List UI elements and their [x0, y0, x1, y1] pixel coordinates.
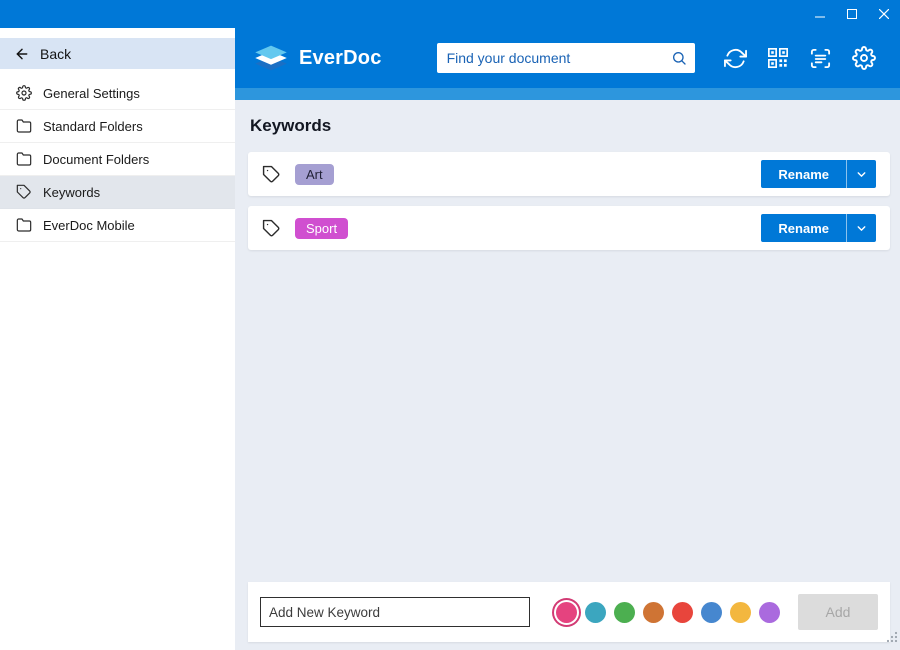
color-swatch-blue[interactable] [701, 602, 722, 623]
main-content: Keywords Art Rename Sport Rename [235, 100, 900, 650]
qr-code-icon[interactable] [767, 47, 789, 69]
minimize-button[interactable] [804, 0, 836, 28]
rename-label: Rename [761, 160, 846, 188]
rename-button[interactable]: Rename [761, 160, 876, 188]
maximize-button[interactable] [836, 0, 868, 28]
search-box[interactable] [437, 43, 695, 73]
sidebar: Back General Settings Standard Folders D… [0, 28, 235, 650]
tag-icon [262, 165, 281, 184]
add-button[interactable]: Add [798, 594, 878, 630]
sidebar-item-label: EverDoc Mobile [43, 218, 135, 233]
close-icon [879, 9, 889, 19]
sidebar-item-document-folders[interactable]: Document Folders [0, 143, 235, 176]
back-arrow-icon [14, 46, 30, 62]
settings-icon[interactable] [852, 46, 876, 70]
back-label: Back [40, 46, 71, 62]
color-swatch-red[interactable] [672, 602, 693, 623]
new-keyword-input[interactable] [260, 597, 530, 627]
folder-icon [16, 118, 32, 134]
maximize-icon [847, 9, 857, 19]
scan-icon[interactable] [809, 47, 832, 70]
tag-icon [16, 184, 32, 200]
color-swatch-pink[interactable] [556, 602, 577, 623]
page-title: Keywords [250, 116, 890, 136]
sidebar-item-label: Keywords [43, 185, 100, 200]
color-swatch-purple[interactable] [759, 602, 780, 623]
chevron-down-icon[interactable] [846, 160, 876, 188]
app-header: EverDoc [235, 28, 900, 88]
search-input[interactable] [447, 50, 671, 66]
sidebar-item-standard-folders[interactable]: Standard Folders [0, 110, 235, 143]
sidebar-item-general-settings[interactable]: General Settings [0, 77, 235, 110]
header-accent-band [235, 88, 900, 100]
search-icon[interactable] [671, 50, 687, 66]
color-swatch-amber[interactable] [730, 602, 751, 623]
folder-icon [16, 217, 32, 233]
keyword-badge: Sport [295, 218, 348, 239]
close-button[interactable] [868, 0, 900, 28]
color-swatch-teal[interactable] [585, 602, 606, 623]
chevron-down-icon[interactable] [846, 214, 876, 242]
titlebar [0, 0, 900, 28]
back-button[interactable]: Back [0, 38, 235, 69]
sidebar-item-everdoc-mobile[interactable]: EverDoc Mobile [0, 209, 235, 242]
keyword-row: Art Rename [248, 152, 890, 196]
everdoc-logo-icon [253, 43, 289, 73]
header-icons [724, 46, 882, 70]
color-swatch-green[interactable] [614, 602, 635, 623]
keyword-badge: Art [295, 164, 334, 185]
sidebar-item-label: Standard Folders [43, 119, 143, 134]
keyword-row: Sport Rename [248, 206, 890, 250]
color-swatches [556, 602, 780, 623]
sidebar-item-label: General Settings [43, 86, 140, 101]
sidebar-item-label: Document Folders [43, 152, 149, 167]
sidebar-item-keywords[interactable]: Keywords [0, 176, 235, 209]
rename-button[interactable]: Rename [761, 214, 876, 242]
resize-grip[interactable] [885, 630, 898, 648]
minimize-icon [815, 9, 825, 19]
rename-label: Rename [761, 214, 846, 242]
sync-icon[interactable] [724, 47, 747, 70]
sidebar-list: General Settings Standard Folders Docume… [0, 77, 235, 242]
color-swatch-orange[interactable] [643, 602, 664, 623]
folder-icon [16, 151, 32, 167]
app-name: EverDoc [299, 47, 382, 70]
gear-icon [16, 85, 32, 101]
add-keyword-bar: Add [248, 582, 890, 642]
tag-icon [262, 219, 281, 238]
